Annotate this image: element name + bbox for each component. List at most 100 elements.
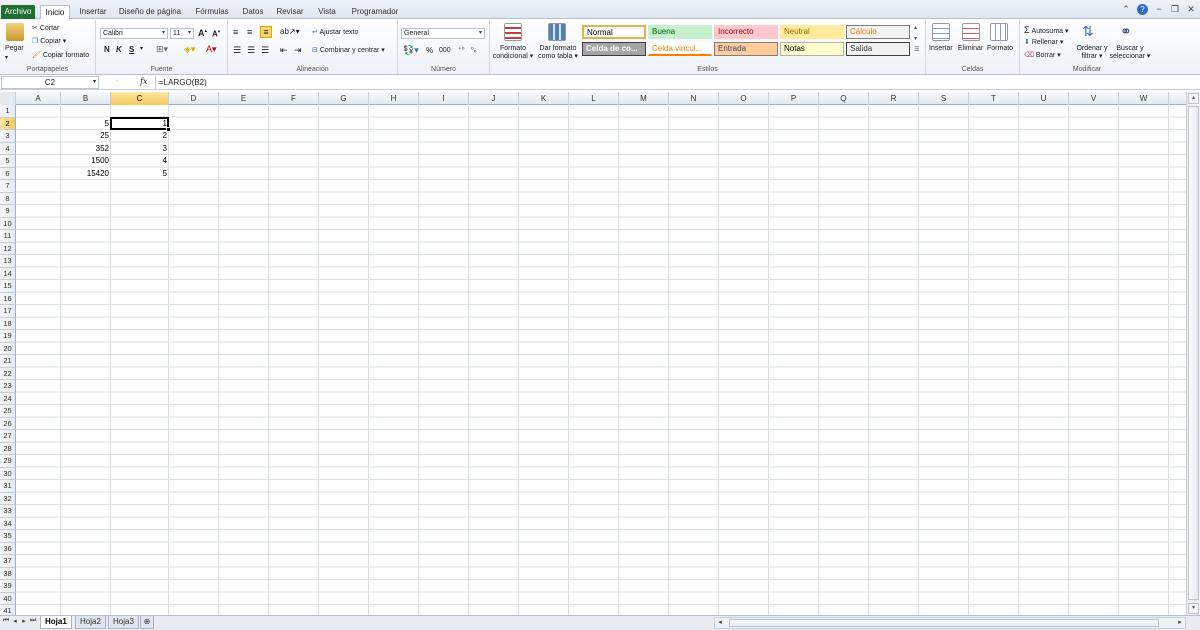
row-header-8[interactable]: 8 xyxy=(0,192,16,205)
cell-style-3[interactable]: Neutral xyxy=(780,25,844,39)
sheet-tab-hoja2[interactable]: Hoja2 xyxy=(75,616,106,629)
italic-button[interactable]: K xyxy=(116,45,122,54)
underline-button[interactable]: S xyxy=(129,45,134,54)
row-header-31[interactable]: 31 xyxy=(0,480,16,493)
paste-dropdown-icon[interactable]: ▾ xyxy=(5,54,8,61)
row-header-37[interactable]: 37 xyxy=(0,555,16,568)
row-header-2[interactable]: 2 xyxy=(0,117,16,130)
column-header-k[interactable]: K xyxy=(519,92,569,105)
scroll-right-icon[interactable]: ▸ xyxy=(1176,618,1184,626)
shrink-font-icon[interactable]: A▾ xyxy=(212,29,220,39)
next-sheet-icon[interactable]: ▸ xyxy=(20,617,28,625)
fill-handle[interactable] xyxy=(166,127,171,132)
column-header-d[interactable]: D xyxy=(169,92,219,105)
row-header-17[interactable]: 17 xyxy=(0,305,16,318)
row-header-13[interactable]: 13 xyxy=(0,255,16,268)
find-select-button[interactable]: Buscar y seleccionar ▾ xyxy=(1108,45,1152,61)
copy-button[interactable]: ❐ Copiar ▾ xyxy=(32,37,66,45)
cell-style-6[interactable]: Celda vincul... xyxy=(648,42,712,56)
row-header-26[interactable]: 26 xyxy=(0,417,16,430)
align-bottom-icon[interactable]: ≡ xyxy=(260,26,272,38)
orientation-icon[interactable]: ab↗▾ xyxy=(280,27,300,36)
font-color-icon[interactable]: A▾ xyxy=(206,44,217,55)
wrap-text-button[interactable]: ↵ Ajustar texto xyxy=(312,28,358,36)
paste-button[interactable]: Pegar xyxy=(5,45,24,52)
gallery-up-icon[interactable]: ▴ xyxy=(914,24,917,31)
row-header-24[interactable]: 24 xyxy=(0,392,16,405)
column-header-f[interactable]: F xyxy=(269,92,319,105)
column-header-s[interactable]: S xyxy=(919,92,969,105)
cell-style-2[interactable]: Incorrecto xyxy=(714,25,778,39)
select-all-corner[interactable] xyxy=(0,92,16,105)
scroll-left-icon[interactable]: ◂ xyxy=(716,618,724,626)
close-icon[interactable]: ✕ xyxy=(1186,4,1196,15)
column-header-q[interactable]: Q xyxy=(819,92,869,105)
align-center-icon[interactable]: ☰ xyxy=(247,45,255,56)
row-header-39[interactable]: 39 xyxy=(0,580,16,593)
cell-style-9[interactable]: Salida xyxy=(846,42,910,56)
format-as-table-icon[interactable] xyxy=(548,23,566,41)
row-header-4[interactable]: 4 xyxy=(0,142,16,155)
column-header-b[interactable]: B xyxy=(61,92,111,105)
column-header-p[interactable]: P xyxy=(769,92,819,105)
cell-style-0[interactable]: Normal xyxy=(582,25,646,39)
sort-filter-button[interactable]: Ordenar y filtrar ▾ xyxy=(1076,45,1108,61)
scroll-up-icon[interactable]: ▴ xyxy=(1188,93,1199,104)
format-painter-button[interactable]: 🖌 Copiar formato xyxy=(32,51,89,59)
number-format-combo[interactable]: General ▾ xyxy=(401,28,485,39)
row-header-21[interactable]: 21 xyxy=(0,355,16,368)
horizontal-scroll-thumb[interactable] xyxy=(729,619,1159,627)
format-cells-button[interactable]: Formato xyxy=(987,45,1013,52)
row-header-22[interactable]: 22 xyxy=(0,367,16,380)
column-header-u[interactable]: U xyxy=(1019,92,1069,105)
active-cell-selection[interactable] xyxy=(110,116,171,132)
percent-button[interactable]: % xyxy=(426,46,433,55)
thousands-button[interactable]: 000 xyxy=(439,47,451,54)
last-sheet-icon[interactable]: ⏭ xyxy=(29,617,37,625)
align-right-icon[interactable]: ☰ xyxy=(261,45,269,56)
tab-revisar[interactable]: Revisar xyxy=(272,5,308,19)
bold-button[interactable]: N xyxy=(104,45,110,54)
minimize-icon[interactable]: − xyxy=(1154,4,1164,15)
insert-cells-icon[interactable] xyxy=(932,23,950,41)
row-header-3[interactable]: 3 xyxy=(0,130,16,143)
tab-archivo[interactable]: Archivo xyxy=(1,5,35,19)
fill-button[interactable]: ⬇ Rellenar ▾ xyxy=(1024,38,1063,46)
decrease-decimal-icon[interactable]: ⁰₀ xyxy=(471,46,477,54)
row-header-9[interactable]: 9 xyxy=(0,205,16,218)
first-sheet-icon[interactable]: ⏮ xyxy=(2,617,10,625)
row-header-15[interactable]: 15 xyxy=(0,280,16,293)
cell-c6[interactable]: 5 xyxy=(111,168,169,181)
sort-filter-icon[interactable]: ⇅ xyxy=(1082,23,1094,40)
help-icon[interactable]: ? xyxy=(1137,4,1148,15)
borders-icon[interactable]: ⊞▾ xyxy=(156,44,168,55)
name-box[interactable]: C2 ▾ xyxy=(1,76,99,89)
cell-b5[interactable]: 1500 xyxy=(61,155,111,168)
row-header-30[interactable]: 30 xyxy=(0,467,16,480)
row-header-34[interactable]: 34 xyxy=(0,517,16,530)
column-header-v[interactable]: V xyxy=(1069,92,1119,105)
cell-b3[interactable]: 25 xyxy=(61,130,111,143)
grow-font-icon[interactable]: A▴ xyxy=(198,28,207,38)
row-header-1[interactable]: 1 xyxy=(0,105,16,118)
cell-b4[interactable]: 352 xyxy=(61,143,111,156)
row-header-20[interactable]: 20 xyxy=(0,342,16,355)
cell-c4[interactable]: 3 xyxy=(111,143,169,156)
column-header-j[interactable]: J xyxy=(469,92,519,105)
column-header-i[interactable]: I xyxy=(419,92,469,105)
cell-style-4[interactable]: Cálculo xyxy=(846,25,910,39)
row-header-6[interactable]: 6 xyxy=(0,167,16,180)
cell-c3[interactable]: 2 xyxy=(111,130,169,143)
horizontal-scrollbar[interactable]: ◂ ▸ xyxy=(714,617,1186,629)
insert-function-icon[interactable]: fx xyxy=(140,77,147,86)
underline-dropdown-icon[interactable]: ▾ xyxy=(140,45,143,52)
font-size-combo[interactable]: 11 ▾ xyxy=(170,28,194,39)
cell-style-7[interactable]: Entrada xyxy=(714,42,778,56)
scroll-down-icon[interactable]: ▾ xyxy=(1188,603,1199,614)
sheet-tab-hoja1[interactable]: Hoja1 xyxy=(40,616,72,629)
tab-insertar[interactable]: Insertar xyxy=(74,5,112,19)
column-header-l[interactable]: L xyxy=(569,92,619,105)
increase-decimal-icon[interactable]: ⁺⁰ xyxy=(458,46,465,54)
delete-cells-icon[interactable] xyxy=(962,23,980,41)
row-header-40[interactable]: 40 xyxy=(0,592,16,605)
